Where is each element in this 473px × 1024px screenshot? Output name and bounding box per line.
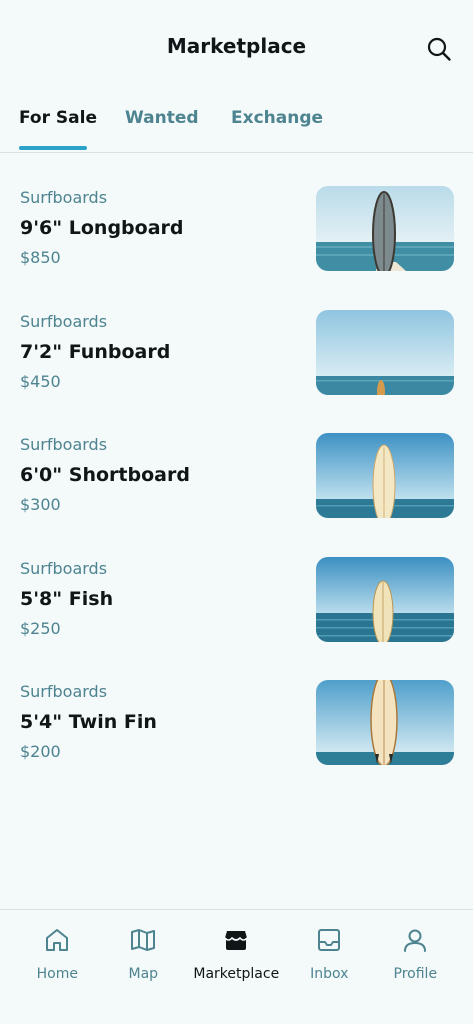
search-button[interactable] [424, 34, 454, 64]
listing-category: Surfboards [20, 558, 108, 578]
listing-title: 7'2" Funboard [20, 340, 171, 363]
listing-price: $200 [20, 742, 61, 761]
tab-bar: For Sale Wanted Exchange [0, 98, 473, 153]
listing-thumbnail [316, 680, 454, 765]
listing-thumbnail [316, 186, 454, 271]
nav-map-label: Map [128, 966, 159, 982]
nav-inbox-label: Inbox [310, 966, 349, 982]
listing-price: $250 [20, 618, 61, 638]
listing-category: Surfboards [20, 435, 108, 454]
nav-inbox[interactable]: Inbox [282, 910, 377, 1024]
listing-price: $450 [20, 371, 61, 391]
listing-title: 9'6" Longboard [20, 217, 184, 239]
nav-home-label: Home [36, 966, 78, 982]
bottom-navigation: Home Map Marketplace Inbox Profile [0, 909, 473, 1024]
nav-home[interactable]: Home [10, 910, 105, 1024]
listing-item[interactable]: Surfboards 9'6" Longboard $850 [0, 170, 473, 294]
active-tab-indicator [19, 146, 87, 150]
listing-item[interactable]: Surfboards 5'4" Twin Fin $200 [0, 664, 473, 788]
listing-title: 6'0" Shortboard [20, 464, 190, 486]
nav-marketplace-label: Marketplace [193, 966, 280, 982]
listing-item[interactable]: Surfboards 5'8" Fish $250 [0, 541, 473, 665]
store-icon [224, 931, 248, 950]
listing-thumbnail [316, 556, 454, 642]
listing-thumbnail [316, 433, 454, 518]
listing-category: Surfboards [20, 682, 108, 701]
listing-price: $300 [20, 495, 61, 514]
listing-list: Surfboards 9'6" Longboard $850 Surfboard… [0, 170, 473, 788]
listing-item[interactable]: Surfboards 7'2" Funboard $450 [0, 294, 473, 418]
map-icon [131, 929, 156, 951]
search-icon [427, 37, 451, 61]
listing-title: 5'8" Fish [20, 587, 114, 610]
listing-price: $850 [20, 248, 61, 267]
inbox-icon [318, 929, 341, 951]
listing-item[interactable]: Surfboards 6'0" Shortboard $300 [0, 417, 473, 541]
listing-title: 5'4" Twin Fin [20, 711, 157, 733]
nav-marketplace[interactable]: Marketplace [189, 910, 284, 1024]
nav-profile[interactable]: Profile [368, 910, 463, 1024]
listing-category: Surfboards [20, 188, 108, 207]
app-header: Marketplace [0, 0, 473, 98]
nav-map[interactable]: Map [96, 910, 191, 1024]
profile-icon [404, 929, 427, 952]
page-title: Marketplace [166, 34, 307, 58]
listing-category: Surfboards [20, 311, 108, 331]
nav-profile-label: Profile [393, 966, 438, 982]
listing-thumbnail [316, 309, 454, 395]
tab-wanted[interactable]: Wanted [125, 108, 199, 152]
tab-exchange[interactable]: Exchange [231, 108, 323, 152]
home-icon [46, 929, 69, 951]
